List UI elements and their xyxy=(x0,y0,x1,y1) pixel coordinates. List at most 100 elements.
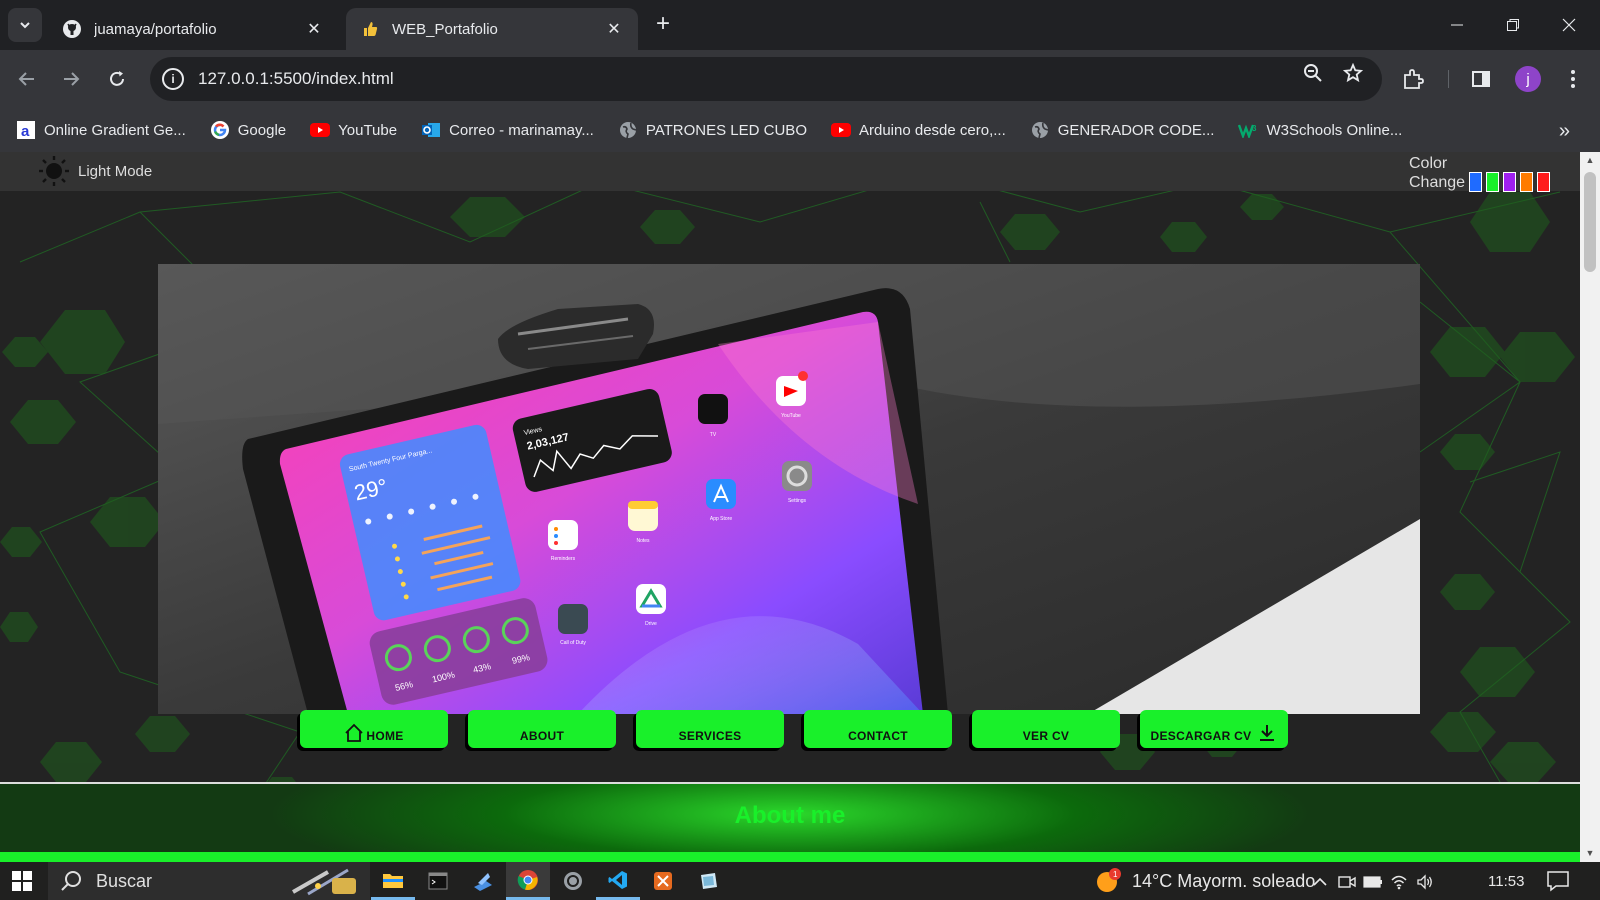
light-mode-toggle[interactable]: Light Mode xyxy=(38,154,152,188)
tray-battery-icon[interactable] xyxy=(1362,871,1384,893)
globe-app-icon xyxy=(564,872,582,890)
restore-button[interactable] xyxy=(1488,8,1538,42)
bookmark-correo[interactable]: Correo - marinamay... xyxy=(421,120,594,140)
sun-icon xyxy=(39,156,69,186)
bookmark-online-gradient[interactable]: a Online Gradient Ge... xyxy=(16,120,186,140)
color-swatch-orange[interactable] xyxy=(1520,172,1533,192)
bookmark-star-icon[interactable] xyxy=(1342,62,1364,84)
nav-ver-cv-label: VER CV xyxy=(1022,729,1070,743)
scroll-down-arrow[interactable]: ▼ xyxy=(1585,848,1595,858)
tab-web-portafolio[interactable]: WEB_Portafolio ✕ xyxy=(346,8,638,50)
new-tab-button[interactable]: + xyxy=(650,12,676,38)
site-info-icon[interactable]: i xyxy=(162,68,184,90)
taskbar-terminal[interactable] xyxy=(416,862,460,900)
nav-about-label: ABOUT xyxy=(519,729,565,743)
restore-icon xyxy=(1507,19,1519,31)
bookmark-patrones-led[interactable]: PATRONES LED CUBO xyxy=(618,120,807,140)
nav-services-button[interactable]: SERVICES xyxy=(636,710,784,748)
nav-about-button[interactable]: ABOUT xyxy=(468,710,616,748)
zoom-icon[interactable] xyxy=(1302,62,1324,84)
globe-icon xyxy=(1030,120,1050,140)
taskbar-chrome-profile[interactable] xyxy=(551,862,595,900)
color-swatch-purple[interactable] xyxy=(1503,172,1516,192)
page-viewport: Light Mode Color Change South Twenty Fou… xyxy=(0,152,1580,862)
tab-close-icon[interactable]: ✕ xyxy=(604,19,624,39)
light-mode-label: Light Mode xyxy=(78,162,153,180)
nav-home-label: HOME xyxy=(366,729,404,743)
profile-avatar[interactable]: j xyxy=(1515,66,1541,92)
bookmark-label: Online Gradient Ge... xyxy=(44,121,186,139)
address-url[interactable]: 127.0.0.1:5500/index.html xyxy=(198,69,394,89)
reload-button[interactable] xyxy=(100,62,134,96)
tray-wifi-icon[interactable] xyxy=(1388,871,1410,893)
tray-meet-now-icon[interactable] xyxy=(1336,871,1358,893)
reload-icon xyxy=(110,71,124,86)
taskbar-app-orange[interactable] xyxy=(641,862,685,900)
taskbar-app-blue[interactable] xyxy=(461,862,505,900)
app-blue-icon xyxy=(474,873,492,891)
nav-home-button[interactable]: HOME xyxy=(300,710,448,748)
app-label-drive: Drive xyxy=(645,621,657,627)
hero-tablet-image: South Twenty Four Parga... 29° Views 2,0… xyxy=(158,264,1420,714)
tab-close-icon[interactable]: ✕ xyxy=(304,19,324,39)
home-icon xyxy=(345,723,364,742)
color-swatch-blue[interactable] xyxy=(1469,172,1482,192)
bookmark-label: Arduino desde cero,... xyxy=(858,121,1006,139)
page-top-bar: Light Mode Color Change xyxy=(0,152,1580,192)
tray-volume-icon[interactable] xyxy=(1414,871,1436,893)
taskbar-chrome[interactable] xyxy=(506,862,550,900)
taskbar-search-label: Buscar xyxy=(96,870,153,891)
more-menu-icon[interactable] xyxy=(1558,64,1588,94)
tray-chevron-up-icon[interactable] xyxy=(1309,871,1331,893)
more-bookmarks-icon[interactable]: » xyxy=(1559,120,1570,143)
taskbar-clock[interactable]: 11:53 xyxy=(1488,862,1524,900)
bookmark-arduino[interactable]: Arduino desde cero,... xyxy=(830,120,1006,140)
bookmark-generador-code[interactable]: GENERADOR CODE... xyxy=(1030,120,1214,140)
bookmarks-bar: a Online Gradient Ge... Google YouTube C… xyxy=(0,108,1600,152)
app-label-settings: Settings xyxy=(788,498,807,504)
browser-toolbar: i 127.0.0.1:5500/index.html j xyxy=(0,50,1600,108)
taskbar-weather[interactable]: 1 14°C Mayorm. soleado xyxy=(1094,862,1315,900)
download-icon xyxy=(1260,725,1275,741)
extensions-icon[interactable] xyxy=(1398,64,1428,94)
youtube-icon xyxy=(310,120,331,140)
outlook-icon xyxy=(421,120,441,140)
address-bar[interactable]: i 127.0.0.1:5500/index.html xyxy=(150,57,1382,101)
tab-title: juamaya/portafolio xyxy=(94,20,217,38)
taskbar-app-tablet[interactable] xyxy=(686,862,730,900)
nav-descargar-cv-button[interactable]: DESCARGAR CV xyxy=(1140,710,1288,748)
arrow-right-icon xyxy=(64,72,80,86)
app-label-call-of-duty: Call of Duty xyxy=(560,640,586,646)
taskbar-search[interactable]: Buscar xyxy=(48,862,370,900)
color-swatch-red[interactable] xyxy=(1537,172,1550,192)
notifications-icon[interactable] xyxy=(1546,870,1570,892)
tab-search-button[interactable] xyxy=(8,8,42,42)
app-label-reminders: Reminders xyxy=(551,556,576,562)
nav-services-label: SERVICES xyxy=(678,729,742,743)
minimize-button[interactable] xyxy=(1432,8,1482,42)
start-button[interactable] xyxy=(0,862,44,900)
back-button[interactable] xyxy=(10,62,44,96)
taskbar-file-explorer[interactable] xyxy=(371,862,415,900)
color-swatch-green[interactable] xyxy=(1486,172,1499,192)
nav-contact-button[interactable]: CONTACT xyxy=(804,710,952,748)
tab-portafolio-repo[interactable]: juamaya/portafolio ✕ xyxy=(48,8,338,50)
toolbar-separator xyxy=(1448,70,1449,88)
nav-ver-cv-button[interactable]: VER CV xyxy=(972,710,1120,748)
bookmark-google[interactable]: Google xyxy=(210,120,286,140)
scroll-thumb[interactable] xyxy=(1584,172,1596,272)
page-scrollbar[interactable]: ▲ ▼ xyxy=(1580,152,1600,862)
scroll-up-arrow[interactable]: ▲ xyxy=(1585,155,1595,165)
github-icon xyxy=(62,19,82,39)
close-window-button[interactable] xyxy=(1544,8,1594,42)
taskbar-vscode[interactable] xyxy=(596,862,640,900)
bookmark-youtube[interactable]: YouTube xyxy=(310,120,397,140)
forward-button[interactable] xyxy=(54,62,88,96)
browser-tab-strip: juamaya/portafolio ✕ WEB_Portafolio ✕ + xyxy=(0,0,1600,50)
search-highlight-illustration xyxy=(292,868,356,896)
side-panel-icon[interactable] xyxy=(1466,64,1496,94)
about-title: About me xyxy=(734,802,846,829)
bookmark-w3schools[interactable]: 3 W3Schools Online... xyxy=(1238,120,1402,140)
folder-icon xyxy=(383,873,403,888)
svg-text:a: a xyxy=(21,123,30,139)
